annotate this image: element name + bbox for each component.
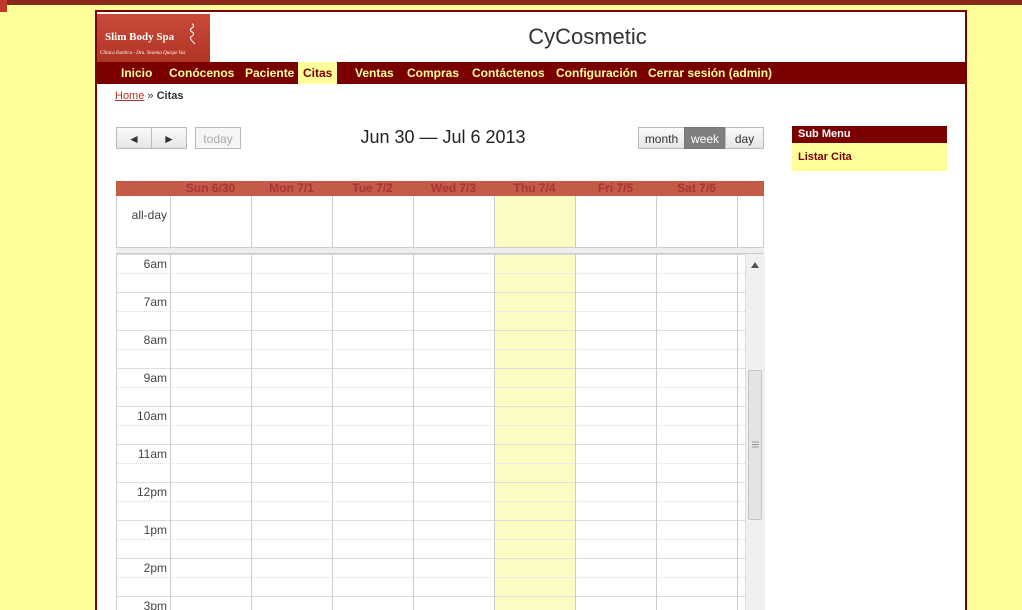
time-label: 6am (143, 257, 167, 271)
hour-line (117, 292, 745, 293)
day-header-wed: Wed 7/3 (430, 181, 477, 195)
view-month-button[interactable]: month (638, 127, 685, 149)
today-button[interactable]: today (195, 127, 241, 149)
breadcrumb-home[interactable]: Home (115, 90, 144, 102)
hour-line (117, 558, 745, 559)
submenu: Sub Menu Listar Cita (792, 126, 947, 171)
time-label: 3pm (143, 599, 167, 610)
today-allday-cell (495, 196, 576, 247)
day-header-tue: Tue 7/2 (352, 181, 393, 195)
grip-icon (752, 441, 759, 448)
grid-divider (413, 254, 414, 610)
half-hour-line (117, 501, 745, 502)
today-column (495, 254, 576, 610)
allday-divider (737, 196, 738, 247)
time-grid[interactable]: 6am 7am 8am 9am 10am 11am 12pm 1pm 2pm 3… (116, 254, 765, 610)
half-hour-line (117, 425, 745, 426)
scroll-up-arrow-icon[interactable] (751, 262, 759, 268)
day-header-row: Sun 6/30 Mon 7/1 Tue 7/2 Wed 7/3 Thu 7/4… (116, 181, 764, 196)
next-button[interactable]: ► (151, 127, 187, 149)
allday-divider (413, 196, 414, 247)
half-hour-line (117, 539, 745, 540)
submenu-item-listar-cita[interactable]: Listar Cita (792, 143, 947, 171)
nav-ventas[interactable]: Ventas (355, 62, 394, 84)
half-hour-line (117, 311, 745, 312)
corner-mark (0, 0, 7, 12)
site-header: Slim Body Spa Clínica Estética - Dra. Ye… (97, 10, 965, 64)
top-strip (0, 0, 1022, 5)
grid-divider (575, 254, 576, 610)
page-container: Slim Body Spa Clínica Estética - Dra. Ye… (95, 10, 967, 610)
calendar-title: Jun 30 — Jul 6 2013 (360, 127, 526, 147)
breadcrumb-current: Citas (156, 90, 184, 102)
logo[interactable]: Slim Body Spa Clínica Estética - Dra. Ye… (97, 14, 210, 62)
time-label: 2pm (143, 561, 167, 575)
day-header-mon: Mon 7/1 (269, 181, 314, 195)
grid-divider (737, 254, 738, 610)
hour-line (117, 520, 745, 521)
day-header-thu: Thu 7/4 (513, 181, 556, 195)
grid-divider (332, 254, 333, 610)
grid-divider (251, 254, 252, 610)
view-week-button[interactable]: week (684, 127, 726, 149)
main-nav: Inicio Conócenos Paciente Citas Ventas C… (97, 62, 965, 84)
nav-paciente[interactable]: Paciente (245, 62, 294, 84)
half-hour-line (117, 349, 745, 350)
allday-divider (332, 196, 333, 247)
day-header-sat: Sat 7/6 (677, 181, 716, 195)
nav-inicio[interactable]: Inicio (121, 62, 152, 84)
logo-name: Slim Body Spa (105, 31, 175, 43)
nav-conocenos[interactable]: Conócenos (169, 62, 234, 84)
half-hour-line (117, 387, 745, 388)
nav-cerrar-sesion[interactable]: Cerrar sesión (admin) (648, 62, 772, 84)
submenu-title: Sub Menu (792, 126, 947, 143)
hour-line (117, 482, 745, 483)
allday-divider (251, 196, 252, 247)
half-hour-line (117, 463, 745, 464)
prev-button[interactable]: ◄ (116, 127, 152, 149)
view-day-button[interactable]: day (725, 127, 764, 149)
hour-line (117, 406, 745, 407)
grid-divider (494, 254, 495, 610)
hour-line (117, 254, 745, 255)
allday-divider (170, 196, 171, 247)
calendar-scrollbar[interactable] (745, 254, 765, 610)
time-label: 8am (143, 333, 167, 347)
site-title: CyCosmetic (528, 24, 647, 49)
time-label: 12pm (136, 485, 167, 499)
half-hour-line (117, 273, 745, 274)
silhouette-icon (189, 23, 196, 45)
time-label: 9am (143, 371, 167, 385)
day-header-sun: Sun 6/30 (185, 181, 236, 195)
grid-divider (170, 254, 171, 610)
allday-row[interactable]: all-day (116, 196, 764, 248)
nav-configuracion[interactable]: Configuración (556, 62, 637, 84)
nav-contactenos[interactable]: Contáctenos (472, 62, 545, 84)
half-hour-line (117, 577, 745, 578)
time-label: 11am (137, 447, 167, 461)
allday-divider (575, 196, 576, 247)
nav-compras[interactable]: Compras (407, 62, 459, 84)
hour-line (117, 368, 745, 369)
grid-divider (656, 254, 657, 610)
logo-tagline: Clínica Estética - Dra. Yesenia Quispe V… (100, 51, 186, 56)
hour-line (117, 330, 745, 331)
allday-divider (494, 196, 495, 247)
day-header-fri: Fri 7/5 (597, 181, 634, 195)
time-label: 10am (136, 409, 167, 423)
nav-citas[interactable]: Citas (298, 62, 338, 84)
breadcrumb: Home » Citas (115, 90, 184, 102)
allday-label: all-day (131, 208, 167, 222)
time-label: 7am (143, 295, 167, 309)
allday-divider (656, 196, 657, 247)
hour-line (117, 596, 745, 597)
breadcrumb-separator: » (147, 90, 154, 102)
scrollbar-thumb[interactable] (748, 370, 762, 520)
hour-line (117, 444, 745, 445)
time-label: 1pm (143, 523, 167, 537)
